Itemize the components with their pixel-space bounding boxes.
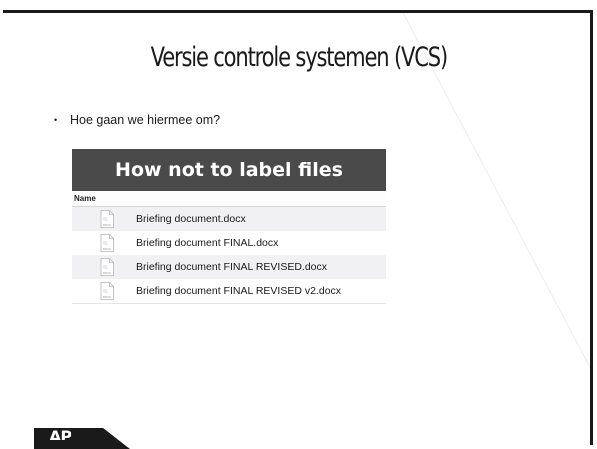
figure-heading: How not to label files — [72, 149, 386, 191]
file-row: DOCX Briefing document.docx — [72, 207, 386, 231]
icon-caption: DOCX — [103, 247, 111, 251]
file-row: DOCX Briefing document FINAL REVISED.doc… — [72, 255, 386, 279]
file-name: Briefing document FINAL.docx — [136, 237, 279, 249]
icon-caption: DOCX — [103, 223, 111, 227]
icon-caption: DOCX — [103, 271, 111, 275]
file-row: DOCX Briefing document FINAL REVISED v2.… — [72, 279, 386, 303]
docx-file-icon: DOCX — [100, 282, 114, 300]
docx-file-icon: DOCX — [100, 258, 114, 276]
bullet-item: • Hoe gaan we hiermee om? — [54, 113, 220, 127]
file-row: DOCX Briefing document FINAL.docx — [72, 231, 386, 255]
bullet-text: Hoe gaan we hiermee om? — [70, 113, 221, 127]
column-header-name: Name — [72, 191, 386, 207]
file-name: Briefing document.docx — [136, 213, 246, 225]
bullet-marker: • — [54, 115, 58, 125]
docx-file-icon: DOCX — [100, 234, 114, 252]
file-name: Briefing document FINAL REVISED.docx — [136, 261, 328, 273]
slide-title: Versie controle systemen (VCS) — [150, 42, 449, 73]
file-list-figure: How not to label files Name DOCX Briefin… — [72, 149, 386, 308]
file-name: Briefing document FINAL REVISED v2.docx — [136, 285, 342, 297]
icon-caption: DOCX — [103, 295, 111, 299]
figure-divider — [72, 303, 386, 308]
docx-file-icon: DOCX — [100, 210, 114, 228]
